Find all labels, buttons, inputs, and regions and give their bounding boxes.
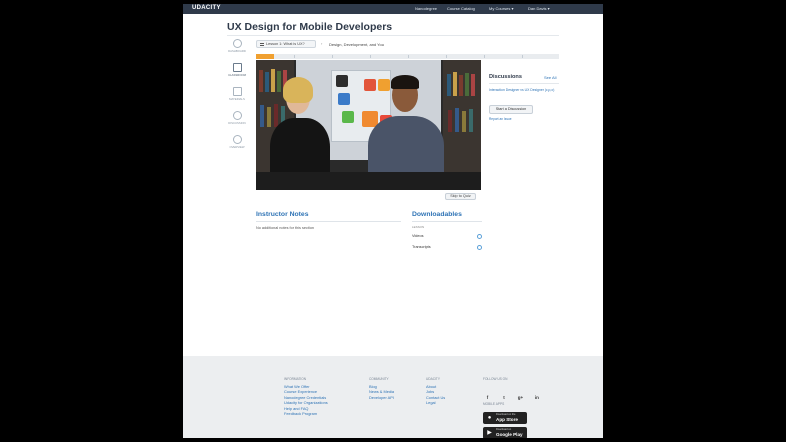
apple-icon: ● [487,415,492,421]
footer-follow: Follow Us On [483,377,507,384]
downloadables-lesson-label: Lesson [412,225,425,229]
page-title: UX Design for Mobile Developers [227,21,393,33]
download-icon[interactable] [477,234,482,239]
nav-nanodegree[interactable]: Nanodegree [415,6,437,11]
report-issue-link[interactable]: Report an Issue [489,117,512,121]
udacity-logo[interactable]: UDACITY [192,5,221,11]
see-all-link[interactable]: See All [544,75,556,80]
lesson-label: Lesson 1: What is UX? [266,42,305,46]
footer-heading: Community [369,377,389,381]
downloadables-title: Downloadables [412,211,462,218]
download-videos[interactable]: Videos [412,234,482,242]
progress-step[interactable] [294,55,295,58]
footer-heading: Follow Us On [483,377,508,381]
lesson-dropdown[interactable]: Lesson 1: What is UX? [256,40,316,48]
footer-heading: Information [284,377,307,381]
twitter-icon[interactable]: t [499,393,508,402]
discussions-title: Discussions [489,74,522,80]
sidebar-item-overview[interactable]: Overview [228,135,246,149]
download-item-label: Transcripts [412,245,431,249]
instructor-right-hair [391,75,419,89]
sidebar-item-materials[interactable]: Materials [228,87,246,101]
dashboard-icon [232,39,242,48]
progress-step[interactable] [332,55,333,58]
progress-step[interactable] [484,55,485,58]
sidebar-item-label: Dashboard [228,49,246,53]
sidebar-item-dashboard[interactable]: Dashboard [228,39,246,53]
google-plus-icon[interactable]: g+ [516,393,525,402]
divider [227,35,559,36]
footer-link[interactable]: Developer API [369,395,394,400]
footer-link[interactable]: Udacity for Organizations [284,400,328,405]
facebook-icon[interactable]: f [483,393,492,402]
instructor-notes-text: No additional notes for this section [256,226,315,230]
lesson-progress-bar[interactable] [256,54,559,59]
discussion-icon [232,111,242,120]
skip-to-quiz-button[interactable]: Skip to Quiz [445,193,476,200]
sidebar-item-discussion[interactable]: Discussion [228,111,246,125]
materials-icon [232,87,242,96]
start-discussion-button[interactable]: Start a Discussion [489,105,533,114]
page: UDACITY Nanodegree Course Catalog My Cou… [183,4,603,438]
progress-current-step[interactable] [256,54,274,59]
overview-icon [232,135,242,144]
footer-link[interactable]: Feedback Program [284,411,328,416]
footer: Information What We Offer Course Experie… [183,356,603,438]
google-play-button[interactable]: ▶ Download on Google Play [483,427,527,438]
store-big-text: App Store [496,417,518,422]
store-small-text: Download on [496,428,512,431]
store-small-text: Download on the [496,413,516,416]
progress-step[interactable] [408,55,409,58]
nav-user-menu[interactable]: Dan Davis ▾ [528,6,550,11]
video-player[interactable] [256,60,481,190]
download-icon[interactable] [477,245,482,250]
footer-column-information: Information What We Offer Course Experie… [284,377,328,416]
discussion-thread-link[interactable]: Interaction Designer vs UX Designer (c,p… [489,88,561,93]
footer-mobile-apps: Mobile Apps [483,402,504,409]
footer-column-community: Community Blog News & Media Developer AP… [369,377,394,400]
download-item-label: Videos [412,234,424,238]
play-store-icon: ▶ [487,430,492,436]
instructor-notes-title: Instructor Notes [256,211,309,218]
desk [256,172,481,190]
top-navbar: UDACITY Nanodegree Course Catalog My Cou… [183,4,603,14]
divider [489,83,559,84]
footer-heading: Mobile Apps [483,402,505,406]
sidebar-item-classroom[interactable]: Classroom [228,63,246,77]
sidebar-item-label: Materials [229,97,245,101]
download-transcripts[interactable]: Transcripts [412,245,482,253]
divider [412,221,482,222]
instructor-left-hair [283,77,313,103]
sidebar-item-label: Classroom [228,73,246,77]
menu-icon [260,42,264,46]
bookshelf-right [443,60,481,190]
footer-heading: Udacity [426,377,440,381]
progress-step[interactable] [522,55,523,58]
breadcrumb-current: Design, Development, and You [329,42,384,47]
linkedin-icon[interactable]: in [532,393,541,402]
store-big-text: Google Play [496,432,523,437]
play-icon [232,63,242,72]
footer-link[interactable]: Legal [426,400,445,405]
nav-course-catalog[interactable]: Course Catalog [447,6,475,11]
sidebar-item-label: Discussion [228,121,246,125]
app-store-button[interactable]: ● Download on the App Store [483,412,527,424]
sidebar-item-label: Overview [229,145,245,149]
divider [256,221,401,222]
progress-step[interactable] [446,55,447,58]
nav-my-courses[interactable]: My Courses ▾ [489,6,513,11]
footer-column-udacity: Udacity About Jobs Contact Us Legal [426,377,445,406]
progress-step[interactable] [370,55,371,58]
breadcrumb-separator: › [321,41,323,46]
